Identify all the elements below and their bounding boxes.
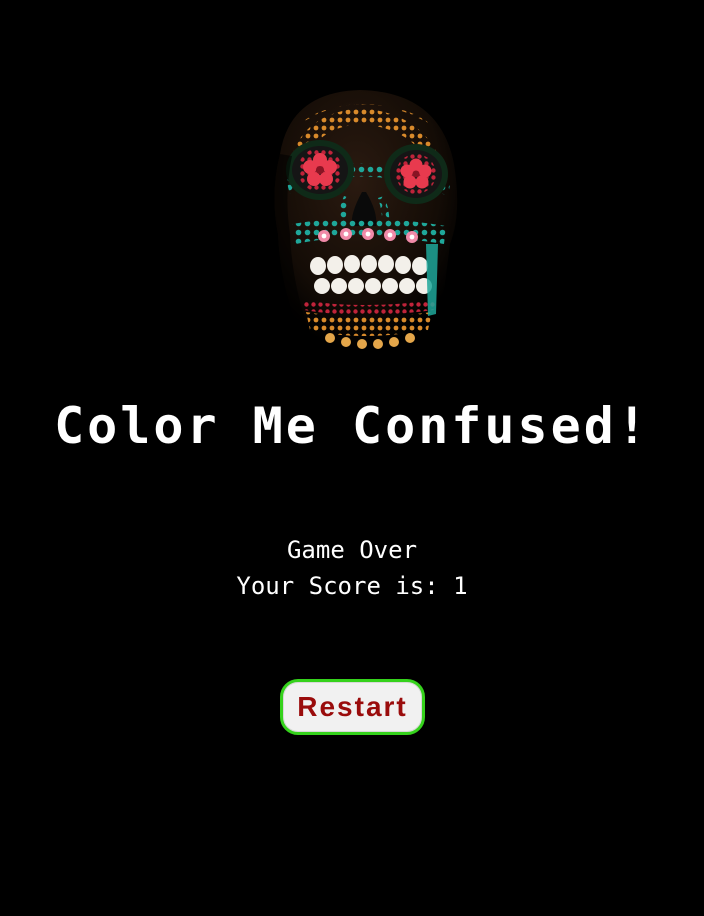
- restart-button[interactable]: Restart: [280, 679, 425, 735]
- score-text: Your Score is: 1: [236, 572, 468, 600]
- skull-icon: [274, 90, 458, 349]
- game-title: Color Me Confused!: [54, 397, 650, 455]
- sugar-skull-image: [240, 84, 464, 360]
- game-result: Game Over Your Score is: 1: [0, 532, 704, 604]
- game-over-text: Game Over: [286, 536, 418, 564]
